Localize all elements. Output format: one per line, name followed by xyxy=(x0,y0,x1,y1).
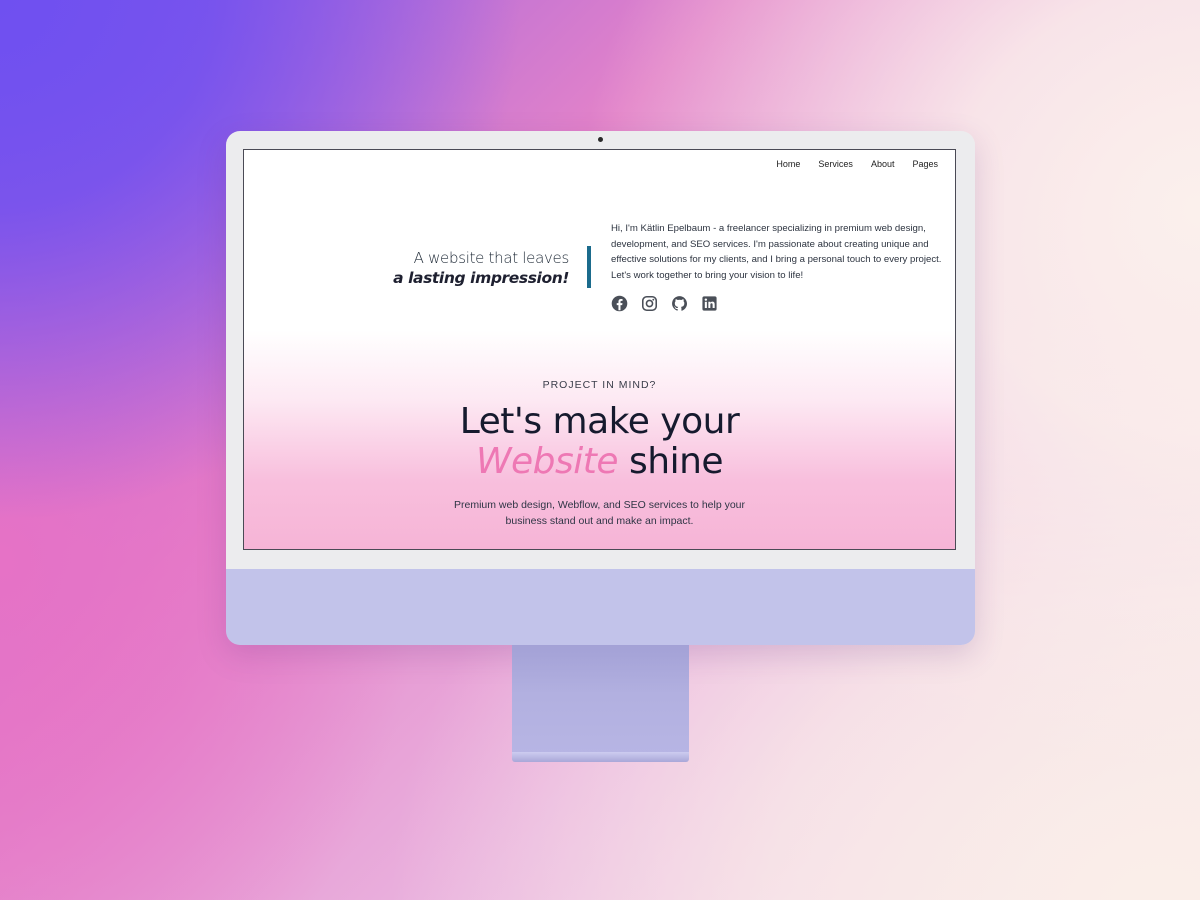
tagline-line-1: A website that leaves xyxy=(413,249,570,267)
nav-pages[interactable]: Pages xyxy=(912,159,938,169)
monitor-stand-foot xyxy=(512,752,689,762)
instagram-icon[interactable] xyxy=(641,295,658,312)
hero-bio: Hi, I'm Kätlin Epelbaum - a freelancer s… xyxy=(611,223,942,281)
monitor-chin xyxy=(226,569,975,645)
subtext-line-2: business stand out and make an impact. xyxy=(505,515,694,527)
headline-line-2: Website shine xyxy=(244,442,955,482)
cta-eyebrow: PROJECT IN MIND? xyxy=(542,379,657,391)
tagline-line-2: a lasting impression! xyxy=(393,269,569,287)
nav-home[interactable]: Home xyxy=(776,159,800,169)
headline-end-word: shine xyxy=(629,441,724,482)
github-icon[interactable] xyxy=(671,295,688,312)
camera-dot xyxy=(598,137,603,142)
website-screen: Home Services About Pages A website that… xyxy=(243,149,956,550)
subtext-line-1: Premium web design, Webflow, and SEO ser… xyxy=(453,499,746,511)
top-nav: Home Services About Pages xyxy=(776,159,938,169)
nav-about[interactable]: About xyxy=(871,159,895,169)
monitor-bezel: Home Services About Pages A website that… xyxy=(226,131,975,569)
cta-headline: Let's make your Website shine xyxy=(244,402,955,482)
social-links xyxy=(611,295,718,312)
linkedin-icon[interactable] xyxy=(701,295,718,312)
facebook-icon[interactable] xyxy=(611,295,628,312)
monitor-stand xyxy=(512,645,689,755)
tagline-divider xyxy=(587,246,591,288)
imac-monitor: Home Services About Pages A website that… xyxy=(226,131,975,645)
headline-line-1: Let's make your xyxy=(459,401,740,442)
hero-tagline: A website that leaves a lasting impressi… xyxy=(393,248,569,288)
cta-subtext: Premium web design, Webflow, and SEO ser… xyxy=(244,497,955,529)
nav-services[interactable]: Services xyxy=(818,159,853,169)
headline-accent-word: Website xyxy=(475,441,619,482)
